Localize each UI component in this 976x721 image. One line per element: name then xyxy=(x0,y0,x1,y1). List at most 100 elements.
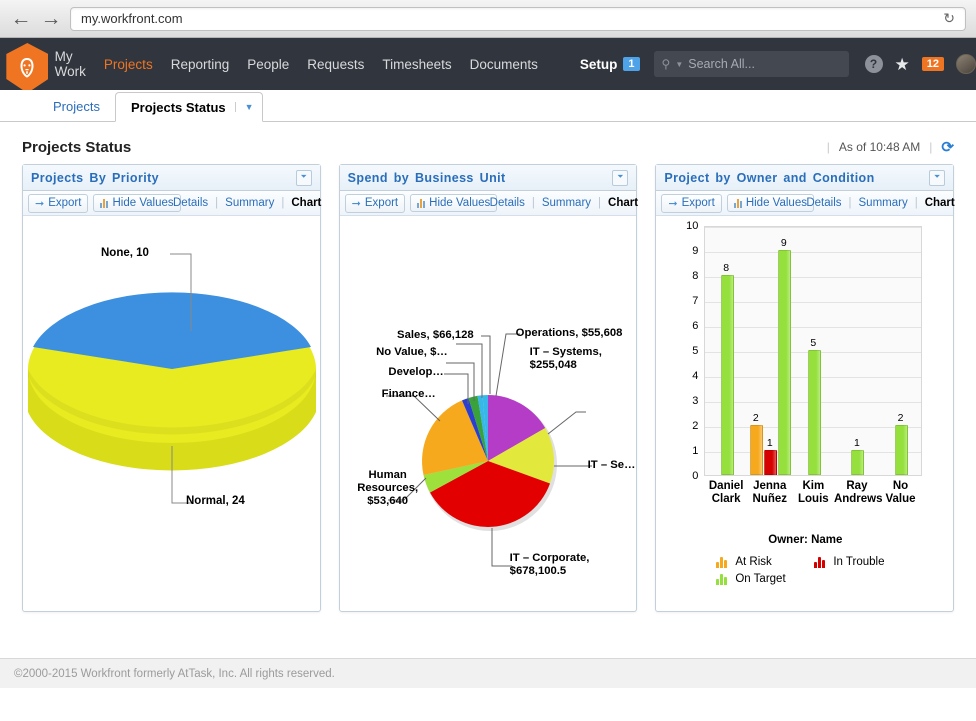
bar-value-label: 2 xyxy=(898,412,904,424)
hide-values-button[interactable]: Hide Values xyxy=(410,194,497,212)
forward-arrow-icon[interactable]: → xyxy=(40,8,62,29)
export-label: Export xyxy=(48,197,81,209)
panel-toolbar: ➞ Export Hide Values Details | Summary |… xyxy=(23,191,320,216)
x-axis-title: Owner: Name xyxy=(768,534,842,546)
refresh-icon[interactable]: ⟳ xyxy=(941,138,954,156)
browser-chrome: ← → my.workfront.com ↻ xyxy=(0,0,976,38)
bar-value-label: 8 xyxy=(723,262,729,274)
gridline xyxy=(705,252,921,253)
export-button[interactable]: ➞ Export xyxy=(661,194,721,213)
legend-row: At Risk In Trouble xyxy=(716,556,884,568)
bar[interactable] xyxy=(851,450,864,475)
search-input[interactable]: ⚲ ▼ Search All... xyxy=(654,51,849,77)
bar[interactable] xyxy=(764,450,777,475)
divider: | xyxy=(215,197,218,209)
pie-slice-label-human-resources: Human Resources, $53,640 xyxy=(342,469,434,508)
y-axis-tick: 7 xyxy=(664,295,698,307)
setup-link[interactable]: Setup 1 xyxy=(580,57,640,72)
tab-projects[interactable]: Projects xyxy=(38,91,115,121)
bar-value-label: 1 xyxy=(854,437,860,449)
divider: | xyxy=(598,197,601,209)
y-axis-tick: 2 xyxy=(664,420,698,432)
collapse-panel-button[interactable]: ⏷ xyxy=(929,170,945,186)
view-mode-links: Details | Summary | Chart xyxy=(173,197,321,209)
lion-face-icon xyxy=(15,54,39,82)
bar[interactable] xyxy=(721,275,734,475)
chart-link[interactable]: Chart xyxy=(291,197,321,209)
bar[interactable] xyxy=(778,250,791,475)
divider: | xyxy=(281,197,284,209)
bar[interactable] xyxy=(808,350,821,475)
export-button[interactable]: ➞ Export xyxy=(28,194,88,213)
details-link[interactable]: Details xyxy=(806,197,841,209)
divider: | xyxy=(827,140,830,154)
star-icon[interactable]: ★ xyxy=(895,56,910,73)
hide-values-label: Hide Values xyxy=(429,197,490,209)
panel-project-by-owner-and-condition: Project by Owner and Condition ⏷ ➞ Expor… xyxy=(655,164,954,612)
avatar[interactable] xyxy=(956,54,976,74)
pie-slice-label-sales: Sales, $66,128 xyxy=(358,329,474,342)
gridline xyxy=(705,327,921,328)
page-header-right: | As of 10:48 AM | ⟳ xyxy=(827,138,954,156)
nav-item-reporting[interactable]: Reporting xyxy=(171,57,230,72)
tab-projects-label: Projects xyxy=(53,99,100,114)
summary-link[interactable]: Summary xyxy=(859,197,908,209)
legend-item-at-risk: At Risk xyxy=(716,556,808,568)
hide-values-button[interactable]: Hide Values xyxy=(727,194,814,212)
summary-link[interactable]: Summary xyxy=(225,197,274,209)
chevron-down-icon[interactable]: ▼ xyxy=(235,102,254,112)
export-arrow-icon: ➞ xyxy=(668,197,677,210)
pie-slice-label-normal: Normal, 24 xyxy=(186,495,245,507)
back-arrow-icon[interactable]: ← xyxy=(10,8,32,29)
nav-item-documents[interactable]: Documents xyxy=(470,57,538,72)
nav-item-people[interactable]: People xyxy=(247,57,289,72)
workfront-lion-logo-icon[interactable] xyxy=(6,43,48,93)
pie-slice-label-it-corporate: IT – Corporate, $678,100.5 xyxy=(510,552,637,578)
x-axis-category-label: Ray Andrews xyxy=(834,480,880,506)
bar-chart-icon xyxy=(417,199,425,208)
panel-toolbar: ➞ Export Hide Values Details | Summary |… xyxy=(656,191,953,216)
nav-item-projects[interactable]: Projects xyxy=(104,57,153,72)
bar-value-label: 1 xyxy=(767,437,773,449)
details-link[interactable]: Details xyxy=(173,197,208,209)
tab-projects-status[interactable]: Projects Status ▼ xyxy=(115,92,263,122)
nav-item-timesheets[interactable]: Timesheets xyxy=(382,57,451,72)
logo-container[interactable] xyxy=(0,39,55,89)
export-label: Export xyxy=(365,197,398,209)
panel-body: Record Count (Count) 012345678910 8Danie… xyxy=(656,216,953,611)
hide-values-label: Hide Values xyxy=(746,197,807,209)
panel-body: None, 10 Normal, 24 xyxy=(23,216,320,611)
chart-link[interactable]: Chart xyxy=(925,197,955,209)
reload-icon[interactable]: ↻ xyxy=(943,10,955,27)
collapse-panel-button[interactable]: ⏷ xyxy=(296,170,312,186)
panel-header: Project by Owner and Condition ⏷ xyxy=(656,165,953,191)
details-link[interactable]: Details xyxy=(490,197,525,209)
summary-link[interactable]: Summary xyxy=(542,197,591,209)
help-icon[interactable]: ? xyxy=(865,55,883,73)
bar[interactable] xyxy=(895,425,908,475)
export-button[interactable]: ➞ Export xyxy=(345,194,405,213)
chevron-down-icon[interactable]: ▼ xyxy=(675,60,683,69)
pie-chart-spend-by-business-unit: Sales, $66,128 No Value, $… Develop… Fin… xyxy=(340,216,637,611)
divider: | xyxy=(915,197,918,209)
notification-badge[interactable]: 12 xyxy=(922,57,944,71)
setup-label: Setup xyxy=(580,57,618,72)
address-bar[interactable]: my.workfront.com ↻ xyxy=(70,7,966,31)
nav-item-my-work[interactable]: My Work xyxy=(55,49,86,79)
collapse-panel-button[interactable]: ⏷ xyxy=(612,170,628,186)
view-mode-links: Details | Summary | Chart xyxy=(806,197,954,209)
pie-slice-label-it-services: IT – Se… xyxy=(588,459,636,472)
export-arrow-icon: ➞ xyxy=(352,197,361,210)
legend-label: At Risk xyxy=(735,556,771,568)
nav-item-requests[interactable]: Requests xyxy=(307,57,364,72)
hide-values-button[interactable]: Hide Values xyxy=(93,194,180,212)
bar-chart-project-by-owner-and-condition: Record Count (Count) 012345678910 8Danie… xyxy=(664,216,946,611)
url-text: my.workfront.com xyxy=(81,11,943,26)
chart-link[interactable]: Chart xyxy=(608,197,638,209)
bar[interactable] xyxy=(750,425,763,475)
y-axis-tick: 3 xyxy=(664,395,698,407)
divider: | xyxy=(929,140,932,154)
pie-slice-label-development: Develop… xyxy=(348,366,444,379)
divider: | xyxy=(532,197,535,209)
as-of-timestamp: As of 10:48 AM xyxy=(839,140,920,154)
